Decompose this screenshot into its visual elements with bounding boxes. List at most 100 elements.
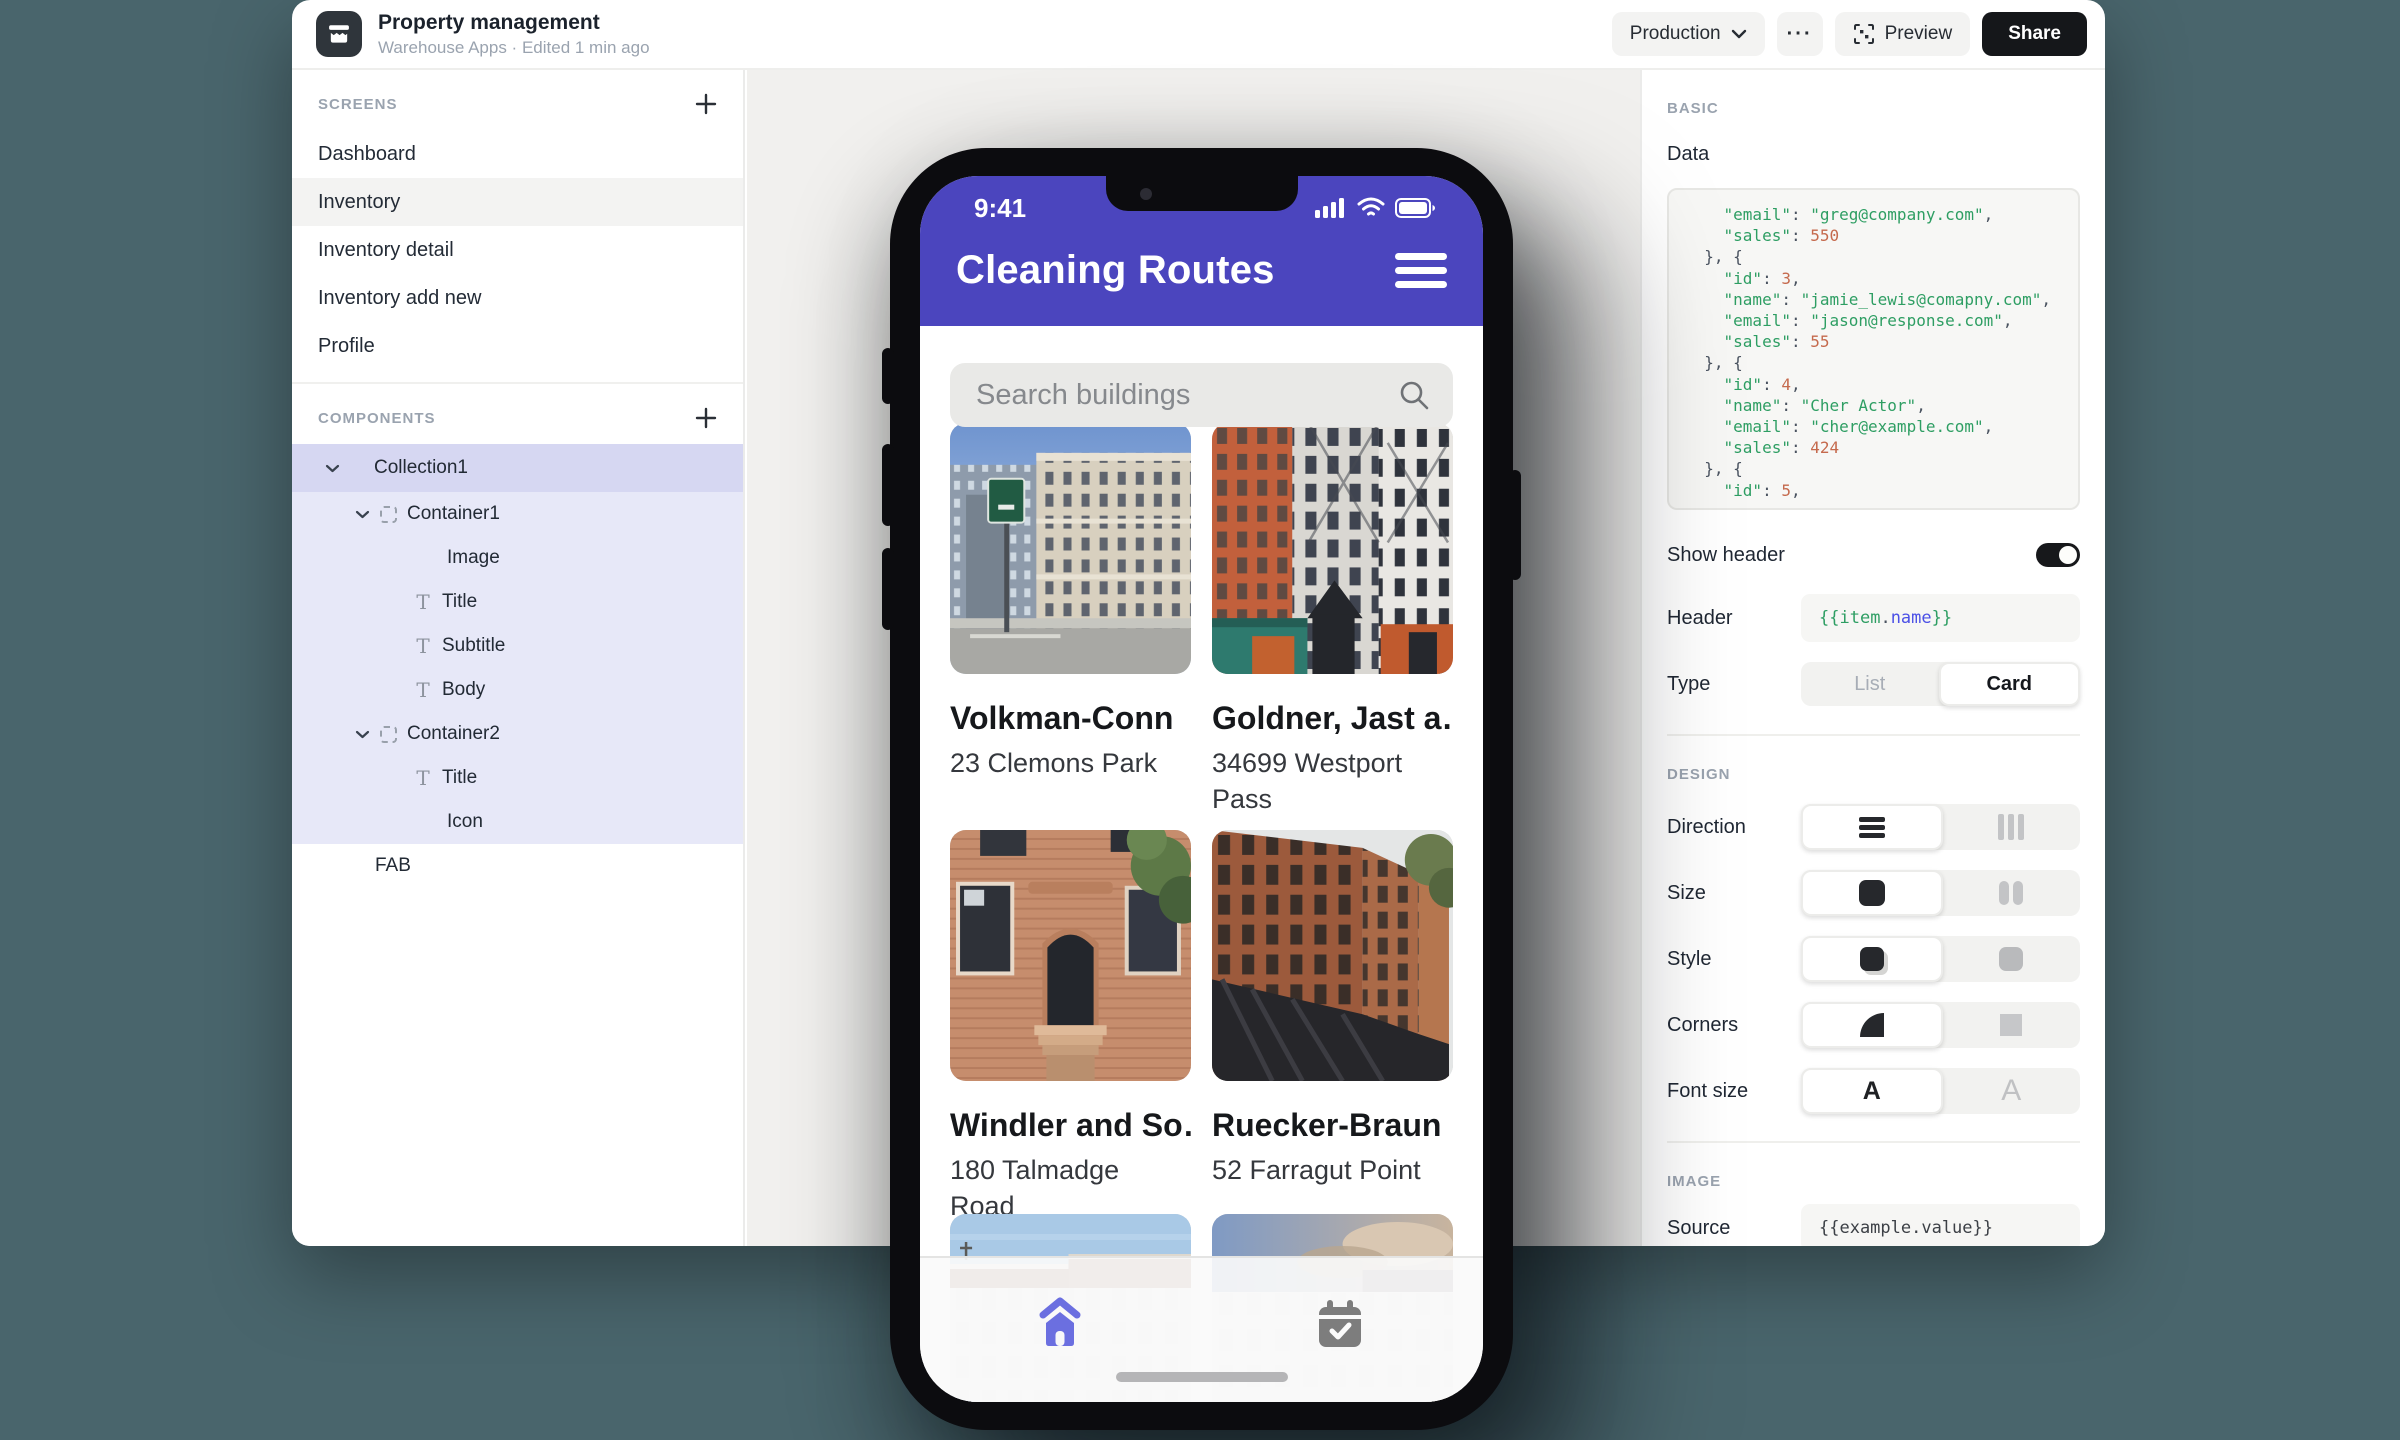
tree-item-subtitle[interactable]: T Subtitle [292, 624, 743, 668]
building-photo [950, 423, 1191, 674]
magnifier-icon [1397, 378, 1431, 412]
tree-item-body[interactable]: T Body [292, 668, 743, 712]
card-title: Goldner, Jast a… [1212, 700, 1453, 737]
tree-item-label: Subtitle [442, 635, 505, 657]
qr-scan-icon [1853, 23, 1875, 45]
section-divider [1667, 734, 2080, 736]
show-header-label: Show header [1667, 544, 1785, 567]
tree-item-label: Image [447, 547, 500, 569]
size-segmented-control [1801, 870, 2080, 916]
nav-home-tab[interactable] [1020, 1292, 1100, 1356]
font-small-icon: A [2001, 1074, 2021, 1108]
more-menu-button[interactable]: ··· [1777, 12, 1823, 56]
add-component-button[interactable] [691, 403, 721, 433]
building-card[interactable]: Volkman-Conn 23 Clemons Park [950, 423, 1191, 817]
rows-icon [1859, 817, 1885, 838]
direction-label: Direction [1667, 816, 1746, 839]
tree-item-container1[interactable]: Container1 [292, 492, 743, 536]
share-label: Share [2008, 23, 2061, 45]
sidebar-item-inventory-add-new[interactable]: Inventory add new [292, 274, 743, 322]
tree-item-fab[interactable]: FAB [292, 844, 743, 888]
phone-screen: 9:41 Cleaning Ro [920, 176, 1483, 1402]
sidebar-item-inventory[interactable]: Inventory [292, 178, 743, 226]
shadow-card-icon [1860, 947, 1884, 971]
tree-item-label: Collection1 [374, 457, 468, 479]
tree-item-image[interactable]: Image [292, 536, 743, 580]
tree-item-title2[interactable]: T Title [292, 756, 743, 800]
building-card[interactable]: Windler and So… 180 Talmadge Road [950, 830, 1191, 1224]
corners-rounded-option[interactable] [1801, 1002, 1943, 1048]
tree-item-icon[interactable]: Icon [292, 800, 743, 844]
camera-dot [1140, 188, 1152, 200]
preview-label: Preview [1885, 23, 1953, 45]
calendar-check-icon [1311, 1295, 1369, 1353]
home-indicator[interactable] [1116, 1372, 1288, 1382]
font-size-segmented-control: A A [1801, 1068, 2080, 1114]
search-input[interactable]: Search buildings [950, 363, 1453, 427]
source-value-field[interactable]: {{example.value}} [1801, 1204, 2080, 1246]
card-subtitle: 34699 Westport Pass [1212, 745, 1453, 817]
nav-calendar-tab[interactable] [1300, 1292, 1380, 1356]
hamburger-menu-icon[interactable] [1395, 253, 1447, 288]
battery-icon [1395, 197, 1437, 219]
add-screen-button[interactable] [691, 89, 721, 119]
section-divider [1667, 1141, 2080, 1143]
style-segmented-control [1801, 936, 2080, 982]
font-small-option[interactable]: A [1943, 1068, 2081, 1114]
size-small-option[interactable] [1943, 870, 2081, 916]
sidebar-item-dashboard[interactable]: Dashboard [292, 130, 743, 178]
building-photo [1212, 830, 1453, 1081]
show-header-toggle[interactable] [2036, 543, 2080, 567]
flat-card-icon [1999, 947, 2023, 971]
type-option-list[interactable]: List [1801, 662, 1939, 706]
square-corner-icon [2000, 1014, 2022, 1036]
chevron-down-icon [355, 510, 370, 519]
plus-icon [695, 93, 717, 115]
tree-item-label: Container2 [407, 723, 500, 745]
style-flat-option[interactable] [1943, 936, 2081, 982]
font-large-option[interactable]: A [1801, 1068, 1943, 1114]
page-title: Property management [378, 11, 650, 35]
storage-box-icon [316, 11, 362, 57]
source-field-label: Source [1667, 1217, 1730, 1240]
card-title: Ruecker-Braun [1212, 1107, 1453, 1144]
large-square-icon [1859, 880, 1885, 906]
tree-item-label: Body [442, 679, 485, 701]
font-size-label: Font size [1667, 1080, 1748, 1103]
tree-item-container2[interactable]: Container2 [292, 712, 743, 756]
container-icon [380, 726, 397, 743]
app-title: Cleaning Routes [956, 248, 1275, 293]
share-button[interactable]: Share [1982, 12, 2087, 56]
data-field-label: Data [1667, 143, 2080, 166]
rounded-corner-icon [1860, 1013, 1884, 1037]
plus-icon [695, 407, 717, 429]
environment-label: Production [1630, 23, 1721, 45]
building-photo [950, 830, 1191, 1081]
style-label: Style [1667, 948, 1711, 971]
screens-section-label: SCREENS [318, 96, 398, 113]
sidebar-item-inventory-detail[interactable]: Inventory detail [292, 226, 743, 274]
direction-columns-option[interactable] [1943, 804, 2081, 850]
data-code-editor[interactable]: "email": "greg@company.com", "sales": 55… [1667, 188, 2080, 510]
chevron-down-icon [355, 730, 370, 739]
building-card[interactable]: Goldner, Jast a… 34699 Westport Pass [1212, 423, 1453, 817]
size-large-option[interactable] [1801, 870, 1943, 916]
tree-item-collection1[interactable]: Collection1 [292, 444, 743, 492]
left-sidebar: SCREENS Dashboard Inventory Inventory de… [292, 70, 745, 1246]
building-card[interactable]: Ruecker-Braun 52 Farragut Point [1212, 830, 1453, 1224]
corners-square-option[interactable] [1943, 1002, 2081, 1048]
style-shadow-option[interactable] [1801, 936, 1943, 982]
type-option-card[interactable]: Card [1939, 662, 2081, 706]
tree-item-title[interactable]: T Title [292, 580, 743, 624]
phone-volume-down-button [882, 548, 894, 630]
direction-rows-option[interactable] [1801, 804, 1943, 850]
phone-mute-switch [882, 348, 894, 404]
sidebar-item-profile[interactable]: Profile [292, 322, 743, 370]
environment-dropdown[interactable]: Production [1612, 12, 1765, 56]
header-value-field[interactable]: {{item.name}} [1801, 594, 2080, 642]
direction-segmented-control [1801, 804, 2080, 850]
titlebar: Property management Warehouse Apps · Edi… [292, 0, 2105, 70]
text-icon: T [414, 678, 432, 702]
inspector-panel: BASIC Data "email": "greg@company.com", … [1640, 70, 2105, 1246]
preview-button[interactable]: Preview [1835, 12, 1971, 56]
